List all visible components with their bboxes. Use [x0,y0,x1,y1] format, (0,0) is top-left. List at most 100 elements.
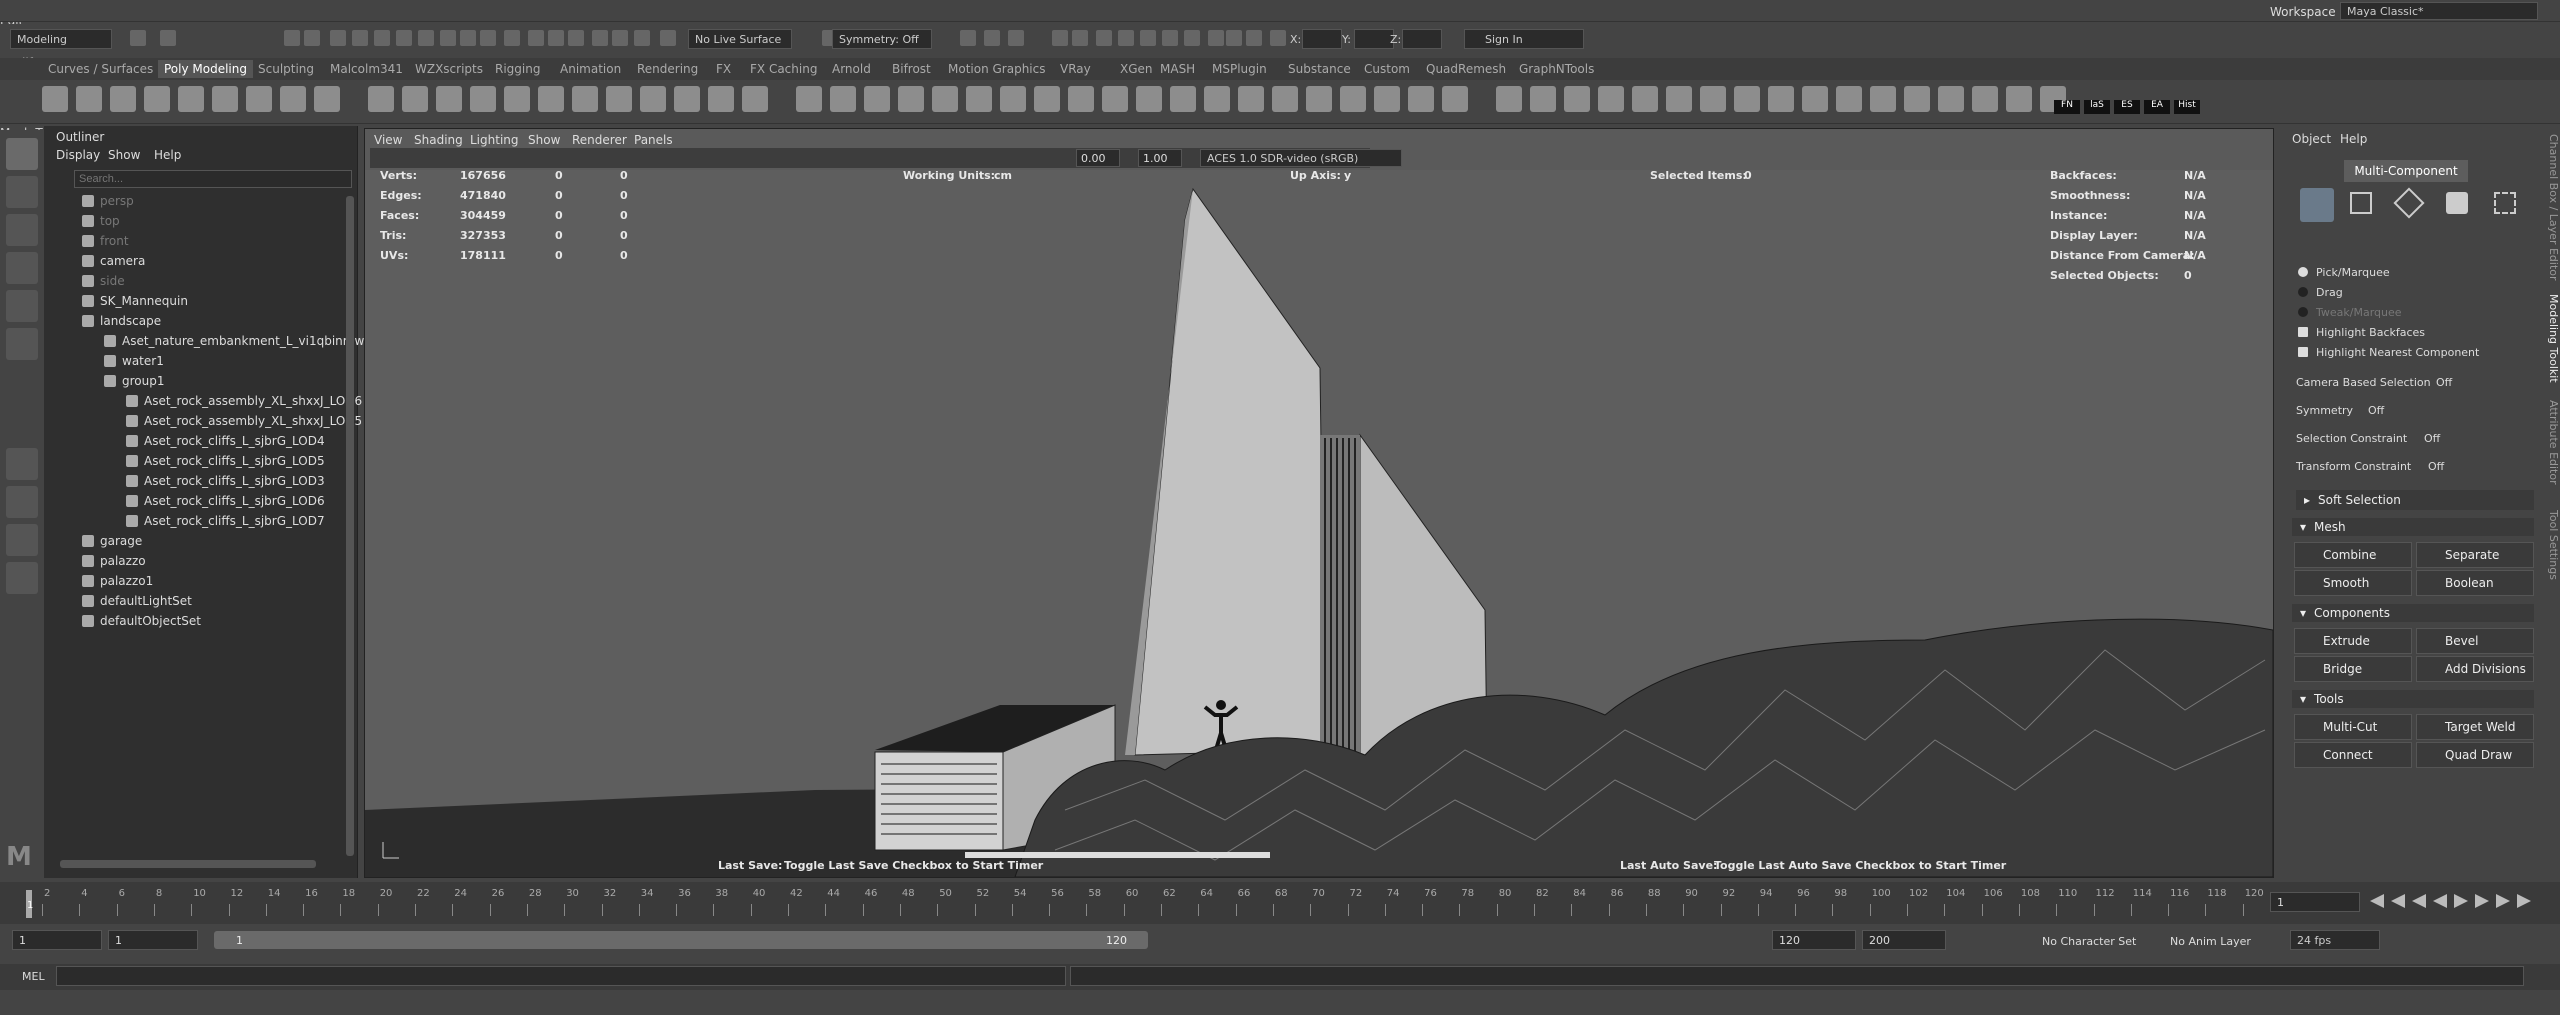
radio-icon[interactable] [2298,267,2308,277]
toolkit-bridge-button[interactable]: Bridge [2294,656,2412,682]
shelf-tool-icon[interactable] [1204,86,1230,112]
z-field[interactable] [1402,29,1442,49]
status-tool-icon[interactable] [1246,30,1262,46]
status-tool-icon[interactable] [130,30,146,46]
shelf-tool-icon[interactable] [212,86,238,112]
status-tool-icon[interactable] [330,30,346,46]
toolkit-option[interactable]: Tweak/Marquee [2298,306,2402,319]
side-tab[interactable]: Modeling Toolkit [2540,294,2560,383]
outliner-scrollbar[interactable] [346,196,354,856]
shelf-tab[interactable]: FX Caching [750,62,817,76]
viewport-menu-lighting[interactable]: Lighting [470,133,519,147]
status-tool-icon[interactable] [418,30,434,46]
shelf-tab[interactable]: Malcolm341 [330,62,403,76]
status-tool-icon[interactable] [504,30,520,46]
shelf-tool-icon[interactable] [864,86,890,112]
toolkit-multi-cut-button[interactable]: Multi-Cut [2294,714,2412,740]
status-tool-icon[interactable] [1226,30,1242,46]
shelf-tool-icon[interactable] [1442,86,1468,112]
playback-end-field[interactable]: 120 [1772,930,1856,950]
shelf-tool-icon[interactable] [1938,86,1964,112]
outliner-row[interactable]: Aset_rock_assembly_XL_shxxJ_LOD6 [126,394,362,413]
status-tool-icon[interactable] [528,30,544,46]
outliner-row[interactable]: defaultObjectSet [82,614,201,633]
mel-label[interactable]: MEL [22,970,45,983]
shelf-label[interactable]: ES [2114,100,2140,114]
side-tab[interactable]: Attribute Editor [2540,400,2560,485]
shelf-tab[interactable]: QuadRemesh [1426,62,1506,76]
shelf-tool-icon[interactable] [1768,86,1794,112]
command-input[interactable] [56,966,1066,986]
status-tool-icon[interactable] [568,30,584,46]
shelf-tool-icon[interactable] [2006,86,2032,112]
mode-dropdown[interactable]: Modeling [10,29,112,49]
vertex-mode-icon[interactable] [2446,192,2468,214]
shelf-tool-icon[interactable] [1904,86,1930,112]
object-mode-icon[interactable] [2300,188,2334,222]
side-tab[interactable]: Channel Box / Layer Editor [2540,134,2560,281]
shelf-tool-icon[interactable] [1102,86,1128,112]
outliner-search-input[interactable] [74,170,352,188]
toolkit-extrude-button[interactable]: Extrude [2294,628,2412,654]
toolkit-connect-button[interactable]: Connect [2294,742,2412,768]
shelf-tab[interactable]: Arnold [832,62,871,76]
shelf-tool-icon[interactable] [1802,86,1828,112]
shelf-tool-icon[interactable] [144,86,170,112]
toolkit-quad-draw-button[interactable]: Quad Draw [2416,742,2534,768]
shelf-tab[interactable]: Custom [1364,62,1410,76]
status-tool-icon[interactable] [960,30,976,46]
status-tool-icon[interactable] [1140,30,1156,46]
status-tool-icon[interactable] [1008,30,1024,46]
shelf-tool-icon[interactable] [470,86,496,112]
shelf-tool-icon[interactable] [1340,86,1366,112]
status-tool-icon[interactable] [984,30,1000,46]
fps-dropdown[interactable]: 24 fps [2290,930,2380,950]
shelf-tool-icon[interactable] [1666,86,1692,112]
scene-end-field[interactable]: 200 [1862,930,1946,950]
shelf-tool-icon[interactable] [1170,86,1196,112]
status-tool-icon[interactable] [1184,30,1200,46]
shelf-tool-icon[interactable] [1598,86,1624,112]
far-clip-field[interactable]: 1.00 [1138,149,1182,167]
status-tool-icon[interactable] [1162,30,1178,46]
viewport-menu-shading[interactable]: Shading [414,133,463,147]
shelf-tool-icon[interactable] [606,86,632,112]
status-tool-icon[interactable] [160,30,176,46]
shelf-tool-icon[interactable] [1000,86,1026,112]
live-surface-field[interactable]: No Live Surface [688,29,792,49]
shelf-tool-icon[interactable] [1564,86,1590,112]
toolkit-setting-value[interactable]: Off [2368,404,2384,417]
toolkit-boolean-button[interactable]: Boolean [2416,570,2534,596]
status-tool-icon[interactable] [1052,30,1068,46]
shelf-tool-icon[interactable] [1272,86,1298,112]
shelf-tool-icon[interactable] [1374,86,1400,112]
near-clip-field[interactable]: 0.00 [1076,149,1120,167]
outliner-row[interactable]: Aset_rock_cliffs_L_sjbrG_LOD7 [126,514,325,533]
outliner-row[interactable]: side [82,274,125,293]
outliner-row[interactable]: garage [82,534,142,553]
shelf-tool-icon[interactable] [1972,86,1998,112]
radio-icon[interactable] [2298,307,2308,317]
lasso-tool-icon[interactable] [6,176,38,208]
status-tool-icon[interactable] [1096,30,1112,46]
two-pane-layout-icon[interactable] [6,524,38,556]
checkbox-icon[interactable] [2298,347,2308,357]
shelf-tool-icon[interactable] [246,86,272,112]
outliner-menu-show[interactable]: Show [108,148,140,162]
outliner-row[interactable]: landscape [82,314,161,333]
status-tool-icon[interactable] [374,30,390,46]
status-tool-icon[interactable] [1072,30,1088,46]
outliner-row[interactable]: group1 [104,374,165,393]
scale-tool-icon[interactable] [6,328,38,360]
outliner-row[interactable]: palazzo [82,554,146,573]
status-tool-icon[interactable] [634,30,650,46]
status-tool-icon[interactable] [352,30,368,46]
shelf-tool-icon[interactable] [572,86,598,112]
toolkit-setting-label[interactable]: Selection Constraint [2296,432,2407,445]
status-tool-icon[interactable] [660,30,676,46]
shelf-tool-icon[interactable] [640,86,666,112]
toolkit-setting-value[interactable]: Off [2424,432,2440,445]
outliner-menu-help[interactable]: Help [154,148,181,162]
shelf-tool-icon[interactable] [898,86,924,112]
shelf-label[interactable]: EA [2144,100,2170,114]
